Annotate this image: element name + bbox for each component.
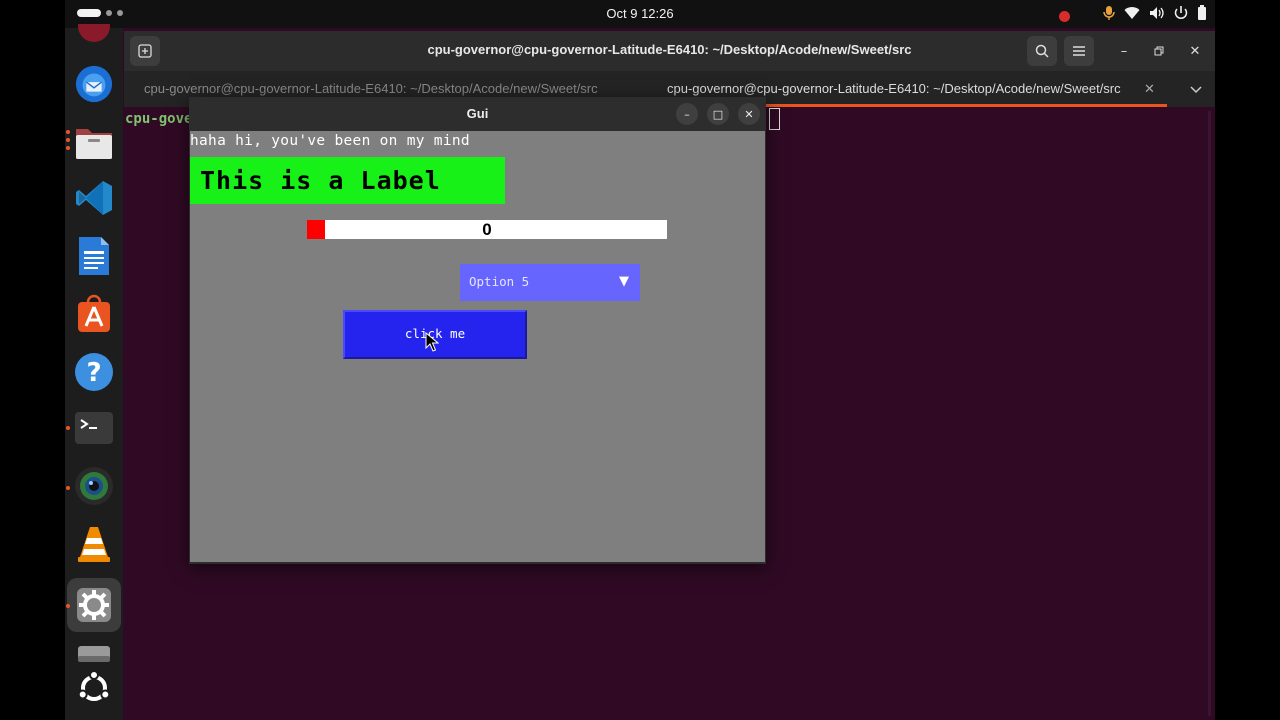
- top-bar: Oct 9 12:26: [65, 0, 1215, 28]
- vlc-icon[interactable]: [74, 524, 114, 564]
- running-indicator-icon: [66, 138, 70, 142]
- svg-text:?: ?: [86, 358, 101, 388]
- green-label: This is a Label: [190, 157, 505, 204]
- battery-icon: [1197, 5, 1207, 27]
- option-dropdown[interactable]: Option 5 ▼: [460, 264, 640, 301]
- camera-icon[interactable]: [74, 466, 114, 506]
- app-center-icon[interactable]: [74, 294, 114, 334]
- gui-maximize-button[interactable]: □: [707, 103, 729, 125]
- running-indicator-icon: [66, 146, 70, 150]
- system-tray[interactable]: [1059, 5, 1207, 27]
- terminal-cursor: [769, 108, 780, 130]
- dropdown-arrow-icon: ▼: [619, 274, 629, 289]
- restore-button[interactable]: [1144, 36, 1174, 66]
- progress-bar: 0: [307, 220, 667, 239]
- writer-icon[interactable]: [74, 236, 114, 276]
- label-text: This is a Label: [200, 166, 441, 195]
- gui-close-button[interactable]: ✕: [738, 103, 760, 125]
- settings-icon[interactable]: [67, 578, 121, 632]
- vscode-icon[interactable]: [74, 178, 114, 218]
- running-indicator-icon: [66, 130, 70, 134]
- power-icon: [1174, 5, 1188, 27]
- microphone-icon: [1103, 5, 1115, 27]
- mouse-pointer-icon: [425, 332, 439, 352]
- gui-window: Gui – □ ✕ haha hi, you've been on my min…: [189, 97, 766, 564]
- scrollbar[interactable]: [1208, 111, 1211, 716]
- minimize-button[interactable]: –: [1109, 36, 1139, 66]
- desktop: Oct 9 12:26 ? cpu-governor@cpu-governor-…: [65, 0, 1215, 720]
- gui-minimize-button[interactable]: –: [676, 103, 698, 125]
- message-text: haha hi, you've been on my mind: [190, 133, 470, 149]
- menu-button[interactable]: [1064, 36, 1094, 66]
- terminal-header: cpu-governor@cpu-governor-Latitude-E6410…: [124, 31, 1215, 71]
- running-indicator-icon: [66, 486, 70, 490]
- terminal-icon[interactable]: [74, 408, 114, 448]
- recording-icon: [1059, 10, 1070, 22]
- dropdown-selected: Option 5: [469, 274, 530, 289]
- dock: ?: [65, 24, 123, 720]
- ubuntu-logo-icon[interactable]: [74, 668, 114, 708]
- chromium-icon[interactable]: [74, 16, 114, 56]
- gui-canvas: haha hi, you've been on my mind This is …: [190, 131, 765, 562]
- thunderbird-icon[interactable]: [74, 64, 114, 104]
- tab-list-chevron-icon[interactable]: [1190, 71, 1206, 107]
- wifi-icon: [1124, 6, 1140, 26]
- progress-value: 0: [482, 220, 492, 239]
- volume-icon: [1149, 6, 1165, 26]
- gui-titlebar[interactable]: Gui – □ ✕: [189, 97, 766, 131]
- help-icon[interactable]: ?: [74, 352, 114, 392]
- running-indicator-icon: [66, 604, 70, 608]
- files-icon[interactable]: [74, 122, 114, 162]
- clock[interactable]: Oct 9 12:26: [65, 6, 1215, 21]
- running-indicator-icon: [66, 426, 70, 430]
- close-button[interactable]: ✕: [1180, 36, 1210, 66]
- tab-close-icon[interactable]: ✕: [1144, 71, 1160, 107]
- search-button[interactable]: [1027, 36, 1057, 66]
